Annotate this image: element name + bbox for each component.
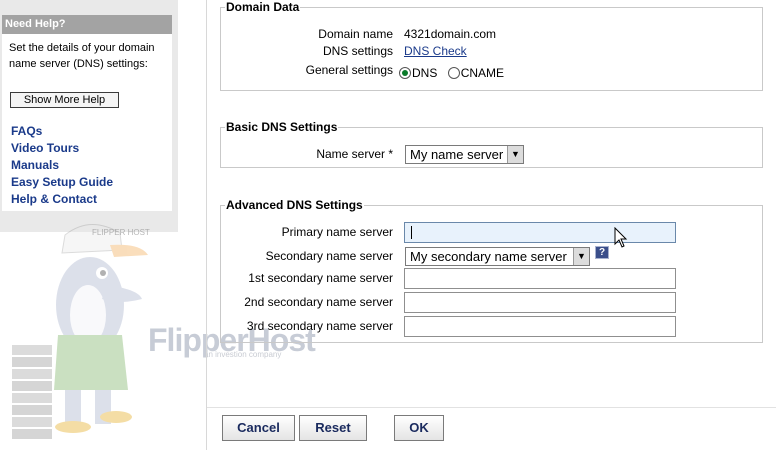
third-secondary-name-server-input[interactable] — [404, 316, 676, 337]
dns-settings-label: DNS settings — [322, 44, 393, 58]
ok-button[interactable]: OK — [394, 415, 444, 441]
domain-name-label: Domain name — [318, 27, 393, 41]
show-more-help-button[interactable]: Show More Help — [10, 92, 119, 108]
third-secondary-name-server-label: 3rd secondary name server — [246, 319, 393, 333]
first-secondary-name-server-input[interactable] — [404, 268, 676, 289]
easy-setup-guide-link[interactable]: Easy Setup Guide — [11, 174, 113, 191]
question-icon[interactable]: ? — [595, 246, 609, 259]
help-panel: Need Help? Set the details of your domai… — [2, 15, 172, 211]
dns-radio-option[interactable]: DNS — [399, 66, 437, 80]
name-server-select-value: My name server — [410, 147, 504, 162]
domain-data-legend: Domain Data — [225, 0, 301, 14]
primary-name-server-input[interactable] — [404, 222, 676, 243]
help-description: Set the details of your domain name serv… — [9, 42, 155, 70]
general-settings-label: General settings — [305, 63, 393, 77]
domain-data-fieldset: Domain Data Domain name 4321domain.com D… — [220, 0, 763, 91]
cname-radio-label: CNAME — [460, 66, 505, 80]
dns-radio-label: DNS — [412, 66, 438, 80]
chevron-down-icon: ▼ — [507, 146, 523, 163]
reset-button[interactable]: Reset — [299, 415, 367, 441]
brand-tagline: an investion company — [204, 350, 282, 359]
cname-radio-option[interactable]: CNAME — [447, 66, 505, 80]
faqs-link[interactable]: FAQs — [11, 123, 113, 140]
help-title: Need Help? — [2, 15, 172, 34]
second-secondary-name-server-input[interactable] — [404, 292, 676, 313]
basic-dns-legend: Basic DNS Settings — [225, 120, 339, 134]
svg-text:FLIPPER HOST: FLIPPER HOST — [92, 228, 150, 237]
panel-divider — [206, 0, 207, 450]
cname-radio[interactable] — [447, 67, 460, 79]
video-tours-link[interactable]: Video Tours — [11, 140, 113, 157]
help-links: FAQs Video Tours Manuals Easy Setup Guid… — [11, 123, 113, 208]
manuals-link[interactable]: Manuals — [11, 157, 113, 174]
mouse-pointer-icon — [614, 227, 628, 248]
domain-name-value: 4321domain.com — [404, 27, 497, 41]
advanced-dns-legend: Advanced DNS Settings — [225, 198, 364, 212]
general-settings-options: DNS CNAME — [399, 65, 504, 81]
dns-check-link[interactable]: DNS Check — [404, 43, 467, 59]
advanced-dns-fieldset: Advanced DNS Settings Primary name serve… — [220, 198, 763, 343]
help-sidebar: Need Help? Set the details of your domai… — [0, 0, 178, 232]
dns-radio[interactable] — [399, 67, 411, 79]
help-contact-link[interactable]: Help & Contact — [11, 191, 113, 208]
first-secondary-name-server-label: 1st secondary name server — [248, 271, 393, 285]
second-secondary-name-server-label: 2nd secondary name server — [244, 295, 393, 309]
cancel-button[interactable]: Cancel — [222, 415, 295, 441]
secondary-name-server-label: Secondary name server — [265, 249, 393, 263]
server-stack-icon — [12, 345, 52, 439]
text-caret — [411, 226, 412, 239]
actions-divider — [207, 407, 776, 408]
secondary-name-server-select-value: My secondary name server — [410, 249, 567, 264]
dolphin-mascot-image: FLIPPER HOST — [12, 224, 150, 439]
primary-name-server-label: Primary name server — [281, 225, 393, 239]
name-server-select[interactable]: My name server ▼ — [405, 145, 524, 164]
secondary-name-server-select[interactable]: My secondary name server ▼ — [405, 247, 590, 266]
chevron-down-icon: ▼ — [573, 248, 589, 265]
name-server-label: Name server * — [316, 147, 393, 161]
basic-dns-fieldset: Basic DNS Settings Name server * My name… — [220, 120, 763, 168]
